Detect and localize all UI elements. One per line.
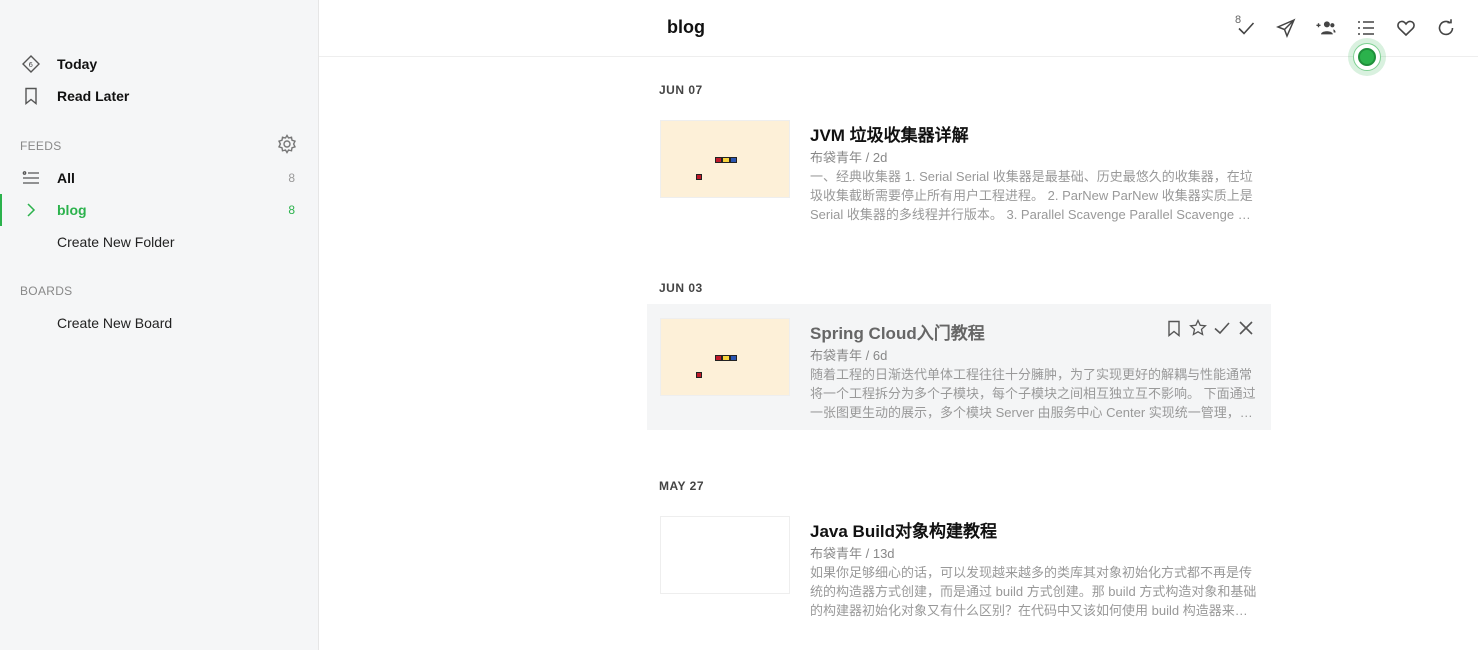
- follow-people-icon[interactable]: [1314, 16, 1338, 40]
- sidebar-item-label: Today: [57, 56, 98, 72]
- sidebar-item-today[interactable]: 6 Today: [0, 49, 318, 79]
- article-title[interactable]: JVM 垃圾收集器详解: [810, 121, 969, 146]
- sidebar: 6 Today Read Later FEEDS All 8 blog 8 Cr…: [0, 0, 319, 650]
- app-window: 6 Today Read Later FEEDS All 8 blog 8 Cr…: [0, 0, 1478, 650]
- article-summary: 一、经典收集器 1. Serial Serial 收集器是最基础、历史最悠久的收…: [810, 169, 1253, 222]
- thumbnail-graphic: [696, 174, 702, 180]
- send-icon[interactable]: [1274, 16, 1298, 40]
- sidebar-item-blog[interactable]: blog 8: [0, 195, 318, 225]
- unread-count: 8: [288, 171, 295, 185]
- date-heading: JUN 03: [659, 281, 703, 295]
- star-icon[interactable]: [1189, 319, 1207, 337]
- article-summary: 随着工程的日渐迭代单体工程往往十分臃肿，为了实现更好的解耦与性能通常将一个工程拆…: [810, 367, 1256, 420]
- today-diamond-icon: 6: [21, 54, 41, 74]
- article-meta: 布袋青年 / 13d: [810, 546, 895, 561]
- date-heading: MAY 27: [659, 479, 705, 493]
- status-indicator: [1348, 38, 1386, 76]
- feeds-heading: FEEDS: [20, 139, 62, 153]
- sidebar-item-read-later[interactable]: Read Later: [0, 81, 318, 111]
- article-entry[interactable]: Spring Cloud入门教程 布袋青年 / 6d 随着工程的日渐迭代单体工程…: [647, 304, 1271, 430]
- svg-text:6: 6: [29, 61, 34, 69]
- thumbnail-graphic: [715, 355, 737, 361]
- sidebar-item-label: All: [57, 170, 75, 186]
- page-title: blog: [667, 17, 705, 37]
- boards-heading: BOARDS: [20, 284, 73, 298]
- sidebar-item-label: Read Later: [57, 88, 130, 104]
- list-view-icon[interactable]: [1354, 16, 1378, 40]
- article-title[interactable]: Java Build对象构建教程: [810, 517, 997, 542]
- thumbnail-graphic: [696, 372, 702, 378]
- refresh-icon[interactable]: [1434, 16, 1458, 40]
- mark-read-check-icon[interactable]: [1213, 319, 1231, 337]
- bookmark-icon: [21, 86, 41, 106]
- create-new-folder-link[interactable]: Create New Folder: [0, 227, 318, 257]
- article-summary: 如果你足够细心的话，可以发现越来越多的类库其对象初始化方式都不再是传统的构造器方…: [810, 565, 1257, 618]
- article-meta: 布袋青年 / 2d: [810, 150, 888, 165]
- chevron-right-icon[interactable]: [21, 200, 41, 220]
- thumbnail-graphic: [715, 157, 737, 163]
- gear-icon[interactable]: [277, 134, 297, 154]
- sidebar-item-label: Create New Folder: [57, 234, 175, 250]
- article-thumbnail[interactable]: [660, 516, 790, 594]
- header-bar: blog: [319, 0, 1478, 57]
- sidebar-item-all[interactable]: All 8: [0, 163, 318, 193]
- article-entry[interactable]: Java Build对象构建教程 布袋青年 / 13d 如果你足够细心的话，可以…: [647, 502, 1271, 628]
- article-meta: 布袋青年 / 6d: [810, 348, 888, 363]
- close-icon[interactable]: [1237, 319, 1255, 337]
- read-later-bookmark-icon[interactable]: [1165, 319, 1183, 337]
- heart-icon[interactable]: [1394, 16, 1418, 40]
- create-new-board-link[interactable]: Create New Board: [0, 308, 318, 338]
- sidebar-item-label: Create New Board: [57, 315, 173, 331]
- article-title[interactable]: Spring Cloud入门教程: [810, 319, 985, 344]
- status-indicator-ring: [1353, 43, 1381, 71]
- list-lines-icon: [21, 168, 41, 188]
- article-thumbnail[interactable]: [660, 120, 790, 198]
- unread-count: 8: [288, 203, 295, 217]
- check-icon[interactable]: [1234, 16, 1258, 40]
- sidebar-item-label: blog: [57, 202, 87, 218]
- article-thumbnail[interactable]: [660, 318, 790, 396]
- article-actions: [1165, 319, 1255, 337]
- date-heading: JUN 07: [659, 83, 703, 97]
- article-entry[interactable]: JVM 垃圾收集器详解 布袋青年 / 2d 一、经典收集器 1. Serial …: [647, 106, 1271, 232]
- status-indicator-dot: [1358, 48, 1376, 66]
